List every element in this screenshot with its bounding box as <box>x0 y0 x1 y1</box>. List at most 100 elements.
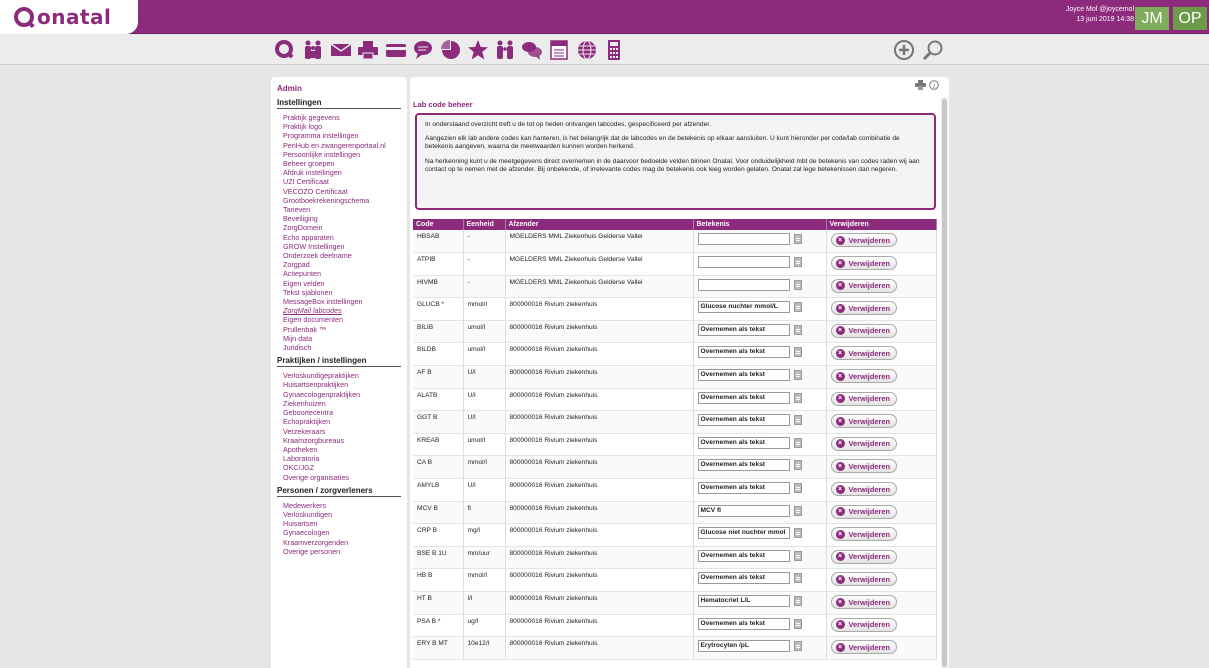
notepad-icon[interactable] <box>793 234 802 244</box>
sidebar-link[interactable]: Overige organisaties <box>283 473 401 482</box>
meaning-input[interactable]: Glucose niet nuchter mmol <box>697 527 790 540</box>
delete-button[interactable]: × Verwijderen <box>830 572 897 587</box>
notepad-icon[interactable] <box>793 392 802 403</box>
onatal-logo[interactable]: onatal <box>0 0 138 34</box>
mail-icon[interactable] <box>330 39 352 61</box>
sidebar-link[interactable]: Verzekeraars <box>283 427 401 436</box>
sidebar-link[interactable]: Grootboekrekeningschema <box>283 196 401 205</box>
delete-button[interactable]: × Verwijderen <box>830 549 897 564</box>
notepad-icon[interactable] <box>793 641 802 652</box>
sidebar-link[interactable]: Prullenbak ™ <box>283 325 401 334</box>
family-icon[interactable] <box>302 39 324 61</box>
meaning-input[interactable]: Overnemen als tekst <box>697 346 790 359</box>
meaning-input[interactable]: Overnemen als tekst <box>697 436 790 449</box>
sidebar-link[interactable]: Verloskundigen <box>283 510 401 519</box>
sidebar-link[interactable]: Overige personen <box>283 547 401 556</box>
sidebar-link[interactable]: MessageBox instellingen <box>283 297 401 306</box>
conversation-icon[interactable] <box>521 39 543 61</box>
delete-button[interactable]: × Verwijderen <box>830 482 897 497</box>
meaning-input[interactable] <box>697 256 790 269</box>
search-icon[interactable] <box>922 39 944 61</box>
meaning-input[interactable]: Overnemen als tekst <box>697 617 790 630</box>
notepad-icon[interactable] <box>793 324 802 335</box>
sidebar-link[interactable]: Afdruk instellingen <box>283 168 401 177</box>
meaning-input[interactable]: Overnemen als tekst <box>697 414 790 427</box>
meaning-input[interactable]: Overnemen als tekst <box>697 549 790 562</box>
chat-bubble-icon[interactable] <box>412 39 434 61</box>
notepad-icon[interactable] <box>793 347 802 358</box>
sidebar-link[interactable]: Medewerkers <box>283 501 401 510</box>
notepad-icon[interactable] <box>793 596 802 606</box>
notepad-icon[interactable] <box>793 550 802 561</box>
sidebar-link[interactable]: Beveiliging <box>283 214 401 223</box>
sidebar-link[interactable]: GROW Instellingen <box>283 242 401 251</box>
people-icon[interactable] <box>494 39 516 61</box>
meaning-input[interactable]: Glucose nuchter mmol/L <box>697 301 790 314</box>
delete-button[interactable]: × Verwijderen <box>830 369 897 384</box>
notepad-icon[interactable] <box>793 370 802 381</box>
sidebar-link[interactable]: Kraamzorgbureaus <box>283 436 401 445</box>
delete-button[interactable]: × Verwijderen <box>830 640 897 655</box>
sidebar-link[interactable]: PeriHub en zwangerenportaal.nl <box>283 141 401 150</box>
meaning-input[interactable] <box>697 278 790 291</box>
notepad-icon[interactable] <box>793 415 802 426</box>
calendar-icon[interactable] <box>548 39 570 61</box>
sidebar-link[interactable]: Beheer groepen <box>283 159 401 168</box>
sidebar-link[interactable]: Geboortecentra <box>283 408 401 417</box>
delete-button[interactable]: × Verwijderen <box>830 391 897 406</box>
delete-button[interactable]: × Verwijderen <box>830 301 897 316</box>
sidebar-link[interactable]: Persoonlijke instellingen <box>283 150 401 159</box>
notepad-icon[interactable] <box>793 528 802 539</box>
sidebar-link[interactable]: Actiepunten <box>283 269 401 278</box>
delete-button[interactable]: × Verwijderen <box>830 346 897 361</box>
sidebar-link[interactable]: Verloskundigepraktijken <box>283 371 401 380</box>
sidebar-link[interactable]: Programma instellingen <box>283 131 401 140</box>
delete-button[interactable]: × Verwijderen <box>830 595 897 609</box>
calculator-icon[interactable] <box>603 39 625 61</box>
sidebar-link[interactable]: Tekst sjablonen <box>283 288 401 297</box>
sidebar-link[interactable]: Zorgpad <box>283 260 401 269</box>
delete-button[interactable]: × Verwijderen <box>830 436 897 451</box>
meaning-input[interactable]: Overnemen als tekst <box>697 323 790 336</box>
sidebar-link[interactable]: Gynaecologenpraktijken <box>283 390 401 399</box>
delete-button[interactable]: × Verwijderen <box>830 527 897 542</box>
onatal-home-icon[interactable] <box>274 39 296 61</box>
delete-button[interactable]: × Verwijderen <box>830 459 897 474</box>
sidebar-link[interactable]: Tarieven <box>283 205 401 214</box>
sidebar-link[interactable]: Juridisch <box>283 343 401 352</box>
meaning-input[interactable]: Overnemen als tekst <box>697 459 790 472</box>
notepad-icon[interactable] <box>793 302 802 313</box>
notepad-icon[interactable] <box>793 618 802 629</box>
meaning-input[interactable] <box>697 233 790 245</box>
scrollbar-thumb[interactable] <box>942 99 947 667</box>
notepad-icon[interactable] <box>793 460 802 471</box>
delete-button[interactable]: × Verwijderen <box>830 278 897 293</box>
info-icon[interactable]: i <box>929 80 939 92</box>
sidebar-link[interactable]: Huisartsen <box>283 519 401 528</box>
print-icon[interactable] <box>915 80 926 92</box>
sidebar-link[interactable]: Eigen velden <box>283 279 401 288</box>
delete-button[interactable]: × Verwijderen <box>830 233 897 247</box>
sidebar-link[interactable]: Laboratoria <box>283 454 401 463</box>
sidebar-link[interactable]: ZorgDomein <box>283 223 401 232</box>
notepad-icon[interactable] <box>793 505 802 516</box>
sidebar-link[interactable]: Kraamverzorgenden <box>283 538 401 547</box>
delete-button[interactable]: × Verwijderen <box>830 256 897 271</box>
sidebar-link[interactable]: UZI Certificaat <box>283 177 401 186</box>
sidebar-link[interactable]: Ziekenhuizen <box>283 399 401 408</box>
delete-button[interactable]: × Verwijderen <box>830 617 897 632</box>
meaning-input[interactable]: MCV fl <box>697 504 790 517</box>
sidebar-link[interactable]: Praktijk gegevens <box>283 113 401 122</box>
delete-button[interactable]: × Verwijderen <box>830 414 897 429</box>
sidebar-link[interactable]: Eigen documenten <box>283 315 401 324</box>
sidebar-link[interactable]: Praktijk logo <box>283 122 401 131</box>
sidebar-link[interactable]: Echo apparaten <box>283 233 401 242</box>
pie-chart-icon[interactable] <box>440 39 462 61</box>
meaning-input[interactable]: Erytrocyten /pL <box>697 640 790 653</box>
sidebar-link[interactable]: Huisartsenpraktijken <box>283 380 401 389</box>
notepad-icon[interactable] <box>793 437 802 448</box>
meaning-input[interactable]: Overnemen als tekst <box>697 391 790 404</box>
practice-badge[interactable]: OP <box>1173 7 1207 30</box>
sidebar-link[interactable]: Echopraktijken <box>283 417 401 426</box>
sidebar-link[interactable]: Mijn data <box>283 334 401 343</box>
